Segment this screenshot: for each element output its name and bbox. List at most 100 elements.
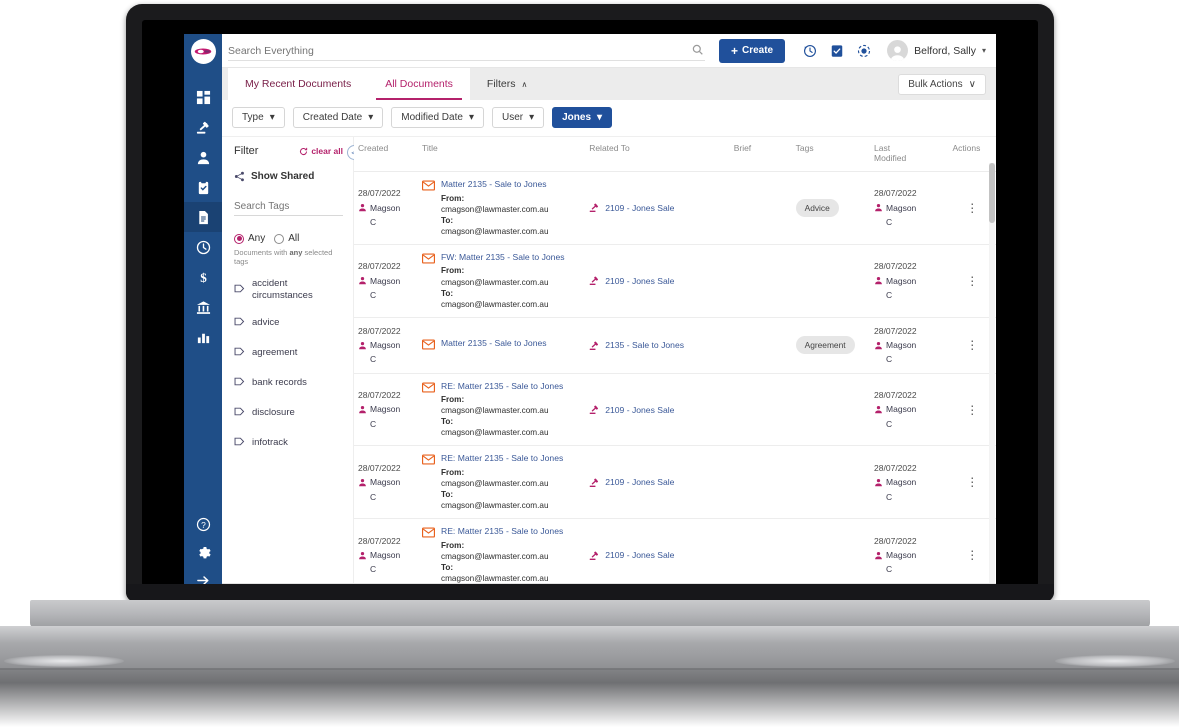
sidebar-item-time[interactable] xyxy=(184,232,222,262)
chip-label: Jones xyxy=(562,112,591,123)
sidebar-item-help[interactable]: ? xyxy=(184,510,222,538)
filter-chip-type[interactable]: Type ▾ xyxy=(232,107,285,128)
bulk-actions-button[interactable]: Bulk Actions ∨ xyxy=(898,74,986,95)
tab-filters[interactable]: Filters ∧ xyxy=(470,68,544,100)
sidebar-item-tasks[interactable] xyxy=(184,172,222,202)
row-actions-menu-button[interactable]: ⋮ xyxy=(952,202,992,214)
row-actions-menu-button[interactable]: ⋮ xyxy=(952,275,992,287)
modified-date: 28/07/2022 xyxy=(874,260,944,272)
bulk-actions-label: Bulk Actions xyxy=(908,79,962,90)
radio-all[interactable]: All xyxy=(274,233,299,244)
document-title-link[interactable]: Matter 2135 - Sale to Jones xyxy=(441,338,547,350)
sidebar-item-matters[interactable] xyxy=(184,112,222,142)
document-title-link[interactable]: RE: Matter 2135 - Sale to Jones xyxy=(441,526,563,538)
sidebar-item-billing[interactable]: $ xyxy=(184,262,222,292)
document-title-link[interactable]: RE: Matter 2135 - Sale to Jones xyxy=(441,381,563,393)
row-actions-menu-button[interactable]: ⋮ xyxy=(952,476,992,488)
list-item[interactable]: accident circumstances xyxy=(234,278,343,302)
modified-user: Magson xyxy=(874,403,944,415)
search-input[interactable] xyxy=(228,42,705,61)
tasks-checkbox-icon[interactable] xyxy=(830,44,844,58)
tag-search-input[interactable] xyxy=(234,198,343,216)
radio-any[interactable]: Any xyxy=(234,233,265,244)
to-label: To: xyxy=(441,417,453,426)
list-item[interactable]: agreement xyxy=(234,344,343,362)
sidebar-item-settings[interactable] xyxy=(184,538,222,566)
tag-chip[interactable]: Agreement xyxy=(796,336,855,354)
table-row[interactable]: 28/07/2022MagsonCMatter 2135 - Sale to J… xyxy=(354,172,996,245)
document-title-link[interactable]: FW: Matter 2135 - Sale to Jones xyxy=(441,252,565,264)
from-email: cmagson@lawmaster.com.au xyxy=(441,204,549,215)
search-icon[interactable] xyxy=(692,43,703,59)
list-item[interactable]: bank records xyxy=(234,374,343,392)
sidebar-item-contacts[interactable] xyxy=(184,142,222,172)
user-menu[interactable]: Belford, Sally ▾ xyxy=(887,40,986,61)
document-icon xyxy=(196,210,211,225)
related-to-link[interactable]: 2109 - Jones Sale xyxy=(605,203,674,213)
show-shared-toggle[interactable]: Show Shared xyxy=(234,171,343,182)
created-user-initial: C xyxy=(370,563,376,575)
table-scrollbar[interactable] xyxy=(989,163,995,583)
table-row[interactable]: 28/07/2022MagsonC FW: Matter 2135 - Sale … xyxy=(354,244,996,317)
list-item[interactable]: infotrack xyxy=(234,434,343,452)
laptop-foot-left xyxy=(4,655,124,667)
row-actions-menu-button[interactable]: ⋮ xyxy=(952,549,992,561)
sidebar-item-trust[interactable] xyxy=(184,292,222,322)
column-header-last-modified[interactable]: Last Modified xyxy=(870,137,948,172)
email-icon xyxy=(422,527,435,540)
document-title-link[interactable]: Matter 2135 - Sale to Jones xyxy=(441,179,549,191)
table-row[interactable]: 28/07/2022MagsonCMatter 2135 - Sale to J… xyxy=(354,317,996,373)
row-actions-menu-button[interactable]: ⋮ xyxy=(952,404,992,416)
table-row[interactable]: 28/07/2022MagsonCRE: Matter 2135 - Sale … xyxy=(354,446,996,519)
column-header-created[interactable]: Created xyxy=(354,137,418,172)
column-header-brief[interactable]: Brief xyxy=(730,137,792,172)
row-actions-menu-button[interactable]: ⋮ xyxy=(952,339,992,351)
filter-chip-modified-date[interactable]: Modified Date ▾ xyxy=(391,107,484,128)
modified-user-initial-row: C xyxy=(886,353,944,365)
filter-chip-user[interactable]: User ▾ xyxy=(492,107,544,128)
to-email: cmagson@lawmaster.com.au xyxy=(441,427,563,438)
sidebar-item-documents[interactable] xyxy=(184,202,222,232)
created-user-initial-row: C xyxy=(370,289,414,301)
tag-match-hint: Documents with any selected tags xyxy=(234,248,343,266)
sidebar-item-dashboard[interactable] xyxy=(184,82,222,112)
created-user-initial: C xyxy=(370,353,376,365)
cell-last-modified: 28/07/2022MagsonC xyxy=(870,244,948,317)
sidebar-item-reports[interactable] xyxy=(184,322,222,352)
tab-my-recent-documents[interactable]: My Recent Documents xyxy=(228,68,368,100)
target-notification-icon[interactable] xyxy=(857,44,871,58)
tab-all-documents[interactable]: All Documents xyxy=(368,68,470,100)
tag-chip[interactable]: Advice xyxy=(796,199,839,217)
person-icon xyxy=(358,203,367,212)
cell-brief xyxy=(730,172,792,245)
filter-chip-created-date[interactable]: Created Date ▾ xyxy=(293,107,384,128)
created-user: Magson xyxy=(358,403,414,415)
column-header-related-to[interactable]: Related To xyxy=(585,137,730,172)
related-to-link[interactable]: 2109 - Jones Sale xyxy=(605,477,674,487)
list-item[interactable]: disclosure xyxy=(234,404,343,422)
tag-label: advice xyxy=(252,317,279,329)
cell-related-to: 2109 - Jones Sale xyxy=(585,172,730,245)
scrollbar-thumb[interactable] xyxy=(989,163,995,223)
clear-all-button[interactable]: clear all xyxy=(299,146,343,156)
tag-icon xyxy=(234,344,245,362)
sidebar-item-expand[interactable] xyxy=(184,566,222,586)
history-icon[interactable] xyxy=(803,44,817,58)
document-title-link[interactable]: RE: Matter 2135 - Sale to Jones xyxy=(441,453,563,465)
table-row[interactable]: 28/07/2022MagsonCRE: Matter 2135 - Sale … xyxy=(354,373,996,446)
modified-user: Magson xyxy=(874,549,944,561)
table-row[interactable]: 28/07/2022MagsonCRE: Matter 2135 - Sale … xyxy=(354,519,996,583)
list-item[interactable]: advice xyxy=(234,314,343,332)
app-logo[interactable] xyxy=(184,34,222,68)
column-header-tags[interactable]: Tags xyxy=(792,137,870,172)
column-header-title[interactable]: Title xyxy=(418,137,585,172)
modified-user-initial: C xyxy=(886,353,892,365)
related-to-link[interactable]: 2109 - Jones Sale xyxy=(605,405,674,415)
related-to-link[interactable]: 2109 - Jones Sale xyxy=(605,550,674,560)
created-user-initial: C xyxy=(370,289,376,301)
related-to-link[interactable]: 2109 - Jones Sale xyxy=(605,276,674,286)
chip-label: Type xyxy=(242,112,264,123)
related-to-link[interactable]: 2135 - Sale to Jones xyxy=(605,340,684,350)
create-button[interactable]: + Create xyxy=(719,39,785,63)
filter-chip-jones[interactable]: Jones ▾ xyxy=(552,107,612,128)
